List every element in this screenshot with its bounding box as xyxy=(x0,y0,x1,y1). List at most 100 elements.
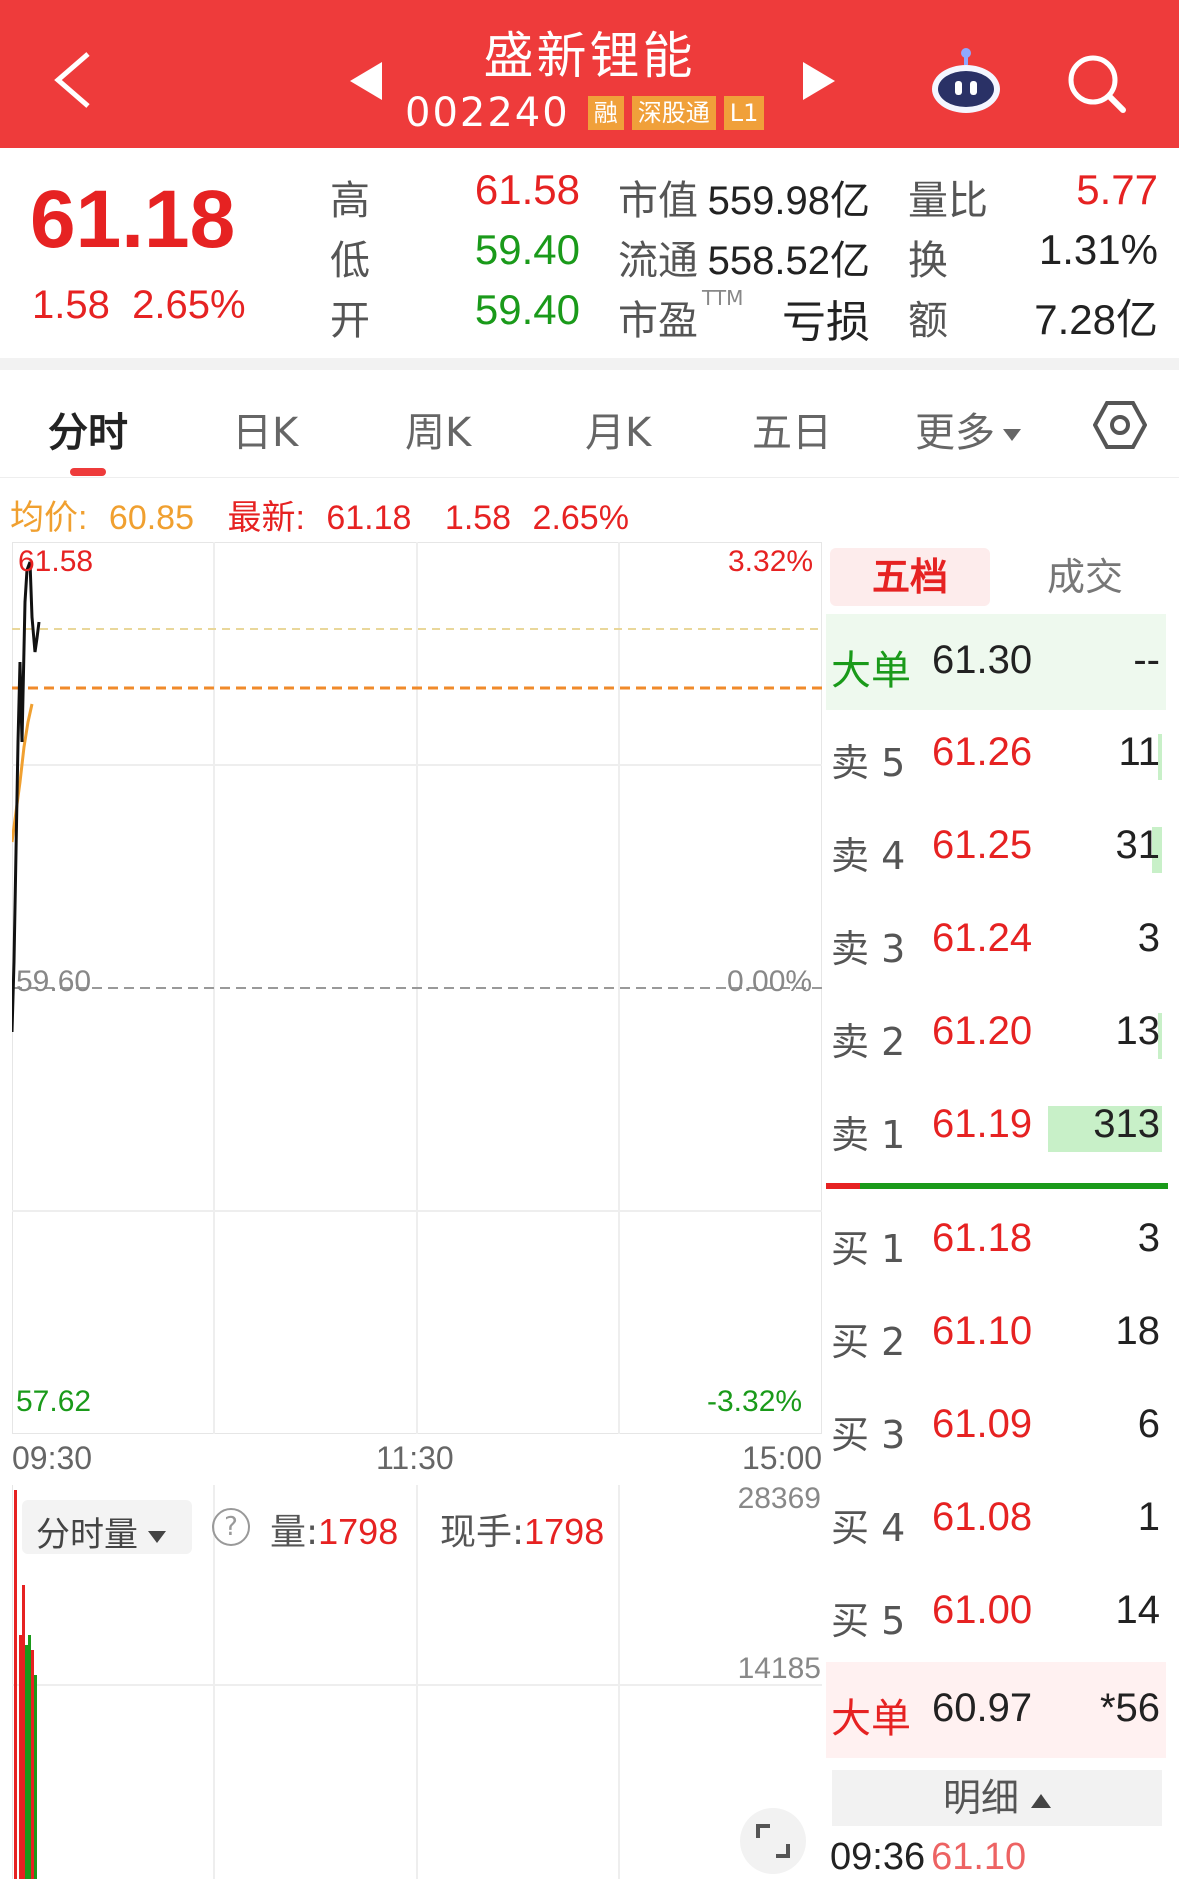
bid-vol: 18 xyxy=(1115,1309,1161,1353)
bid-row-5: 买 5 61.00 14 xyxy=(826,1578,1166,1650)
volume-type-dropdown[interactable]: 分时量 xyxy=(22,1500,192,1555)
time-mid: 11:30 xyxy=(376,1440,454,1476)
ask-price: 61.24 xyxy=(932,916,1033,960)
quote-panel: 61.18 1.58 2.65% 高 低 开 61.58 59.40 59.40… xyxy=(0,148,1179,358)
ask-label: 卖 5 xyxy=(831,741,906,785)
bid-price: 61.18 xyxy=(932,1216,1033,1260)
volume-type-label: 分时量 xyxy=(36,1515,138,1555)
chart-info-line: 均价: 60.85 最新: 61.18 1.58 2.65% xyxy=(10,490,641,539)
ask-vol: 11 xyxy=(1118,730,1160,774)
low-label: 低 xyxy=(330,238,370,284)
bid-ask-ratio-bar xyxy=(826,1183,1168,1189)
big-order-bid-row: 大单 60.97 *56 xyxy=(826,1662,1166,1758)
y-axis-mid: 59.60 xyxy=(16,965,92,998)
pct-axis-bottom: -3.32% xyxy=(707,1385,803,1418)
tab-five-day[interactable]: 五日 xyxy=(752,400,832,458)
bid-row-1: 买 1 61.18 3 xyxy=(826,1206,1166,1278)
detail-toggle-button[interactable]: 明细 xyxy=(832,1770,1162,1826)
high-value: 61.58 xyxy=(474,166,580,213)
amount-label: 额 xyxy=(908,298,948,344)
settings-hexagon-icon[interactable] xyxy=(1093,400,1147,450)
big-order-ask-label: 大单 xyxy=(831,648,911,694)
bid-price: 61.10 xyxy=(932,1309,1033,1353)
open-label: 开 xyxy=(330,298,370,344)
stock-code: 002240 xyxy=(405,90,570,136)
tab-weekly-k[interactable]: 周K xyxy=(405,400,471,458)
latest-price: 最新: 61.18 xyxy=(227,499,423,537)
big-order-ask-vol: -- xyxy=(1133,638,1160,682)
ask-label: 卖 2 xyxy=(831,1020,906,1064)
tab-intraday[interactable]: 分时 xyxy=(48,400,128,458)
big-order-bid-price: 60.97 xyxy=(932,1686,1033,1730)
tab-more[interactable]: 更多 xyxy=(915,400,1021,458)
volume-axis-mid: 14185 xyxy=(737,1652,821,1685)
bid-vol: 14 xyxy=(1115,1588,1161,1632)
avg-price: 均价: 60.85 xyxy=(10,499,206,537)
ask-row-1: 卖 1 61.19 313 xyxy=(826,1092,1166,1164)
search-icon[interactable] xyxy=(1065,52,1127,114)
tab-monthly-k[interactable]: 月K xyxy=(585,400,651,458)
pe-value: 亏损 xyxy=(782,298,870,347)
tab-five-levels[interactable]: 五档 xyxy=(830,548,990,606)
low-value: 59.40 xyxy=(474,226,580,273)
bid-label: 买 4 xyxy=(831,1506,906,1550)
chart-tabs: 分时 日K 周K 月K 五日 更多 xyxy=(0,370,1179,478)
chevron-down-icon xyxy=(1003,429,1021,441)
last-tick-price: 61.10 xyxy=(931,1836,1027,1878)
big-order-ask-row: 大单 61.30 -- xyxy=(826,614,1166,710)
section-divider xyxy=(0,358,1179,370)
bid-ratio-segment xyxy=(826,1183,860,1189)
detail-label: 明细 xyxy=(942,1776,1019,1820)
chevron-up-icon xyxy=(1031,1793,1051,1808)
big-order-bid-vol: *56 xyxy=(1099,1686,1160,1730)
pct-axis-top: 3.32% xyxy=(728,545,814,578)
change-value: 1.58 xyxy=(32,283,110,327)
ask-label: 卖 4 xyxy=(831,834,906,878)
info-change-pct: 2.65% xyxy=(532,499,629,537)
float-value: 558.52亿 xyxy=(707,239,870,283)
volume-total: 量:1798 xyxy=(270,1503,398,1555)
bid-label: 买 1 xyxy=(831,1227,906,1271)
current-price: 61.18 xyxy=(30,174,236,265)
open-value: 59.40 xyxy=(474,286,580,333)
volratio-label: 量比 xyxy=(908,178,988,224)
top-bar: 盛新锂能 002240 融 深股通 L1 xyxy=(0,0,1179,148)
avg-value: 60.85 xyxy=(108,499,194,537)
intraday-chart[interactable] xyxy=(12,542,822,1434)
bid-price: 61.08 xyxy=(932,1495,1033,1539)
bid-price: 61.09 xyxy=(932,1402,1033,1446)
bid-row-2: 买 2 61.10 18 xyxy=(826,1299,1166,1371)
chevron-down-icon xyxy=(148,1530,166,1543)
mktcap-label: 市值 xyxy=(618,178,698,224)
float-label: 流通 xyxy=(618,238,698,284)
bid-row-4: 买 4 61.08 1 xyxy=(826,1485,1166,1557)
ask-row-3: 卖 3 61.24 3 xyxy=(826,906,1166,978)
bid-label: 买 2 xyxy=(831,1320,906,1364)
last-tick-row: 09:36 61.10 xyxy=(830,1836,1026,1879)
ask-label: 卖 1 xyxy=(831,1113,906,1157)
turnover-label: 换 xyxy=(908,238,948,284)
last-tick-time: 09:36 xyxy=(830,1836,926,1878)
bid-vol: 1 xyxy=(1137,1495,1160,1539)
next-stock-icon[interactable] xyxy=(803,62,835,100)
robot-assistant-icon[interactable] xyxy=(928,45,1004,117)
ask-vol: 313 xyxy=(1093,1102,1160,1146)
ask-row-2: 卖 2 61.20 13 xyxy=(826,999,1166,1071)
change-percent: 2.65% xyxy=(132,283,246,327)
expand-icon[interactable] xyxy=(740,1808,806,1874)
volume-axis-top: 28369 xyxy=(737,1482,821,1515)
latest-value: 61.18 xyxy=(326,499,412,537)
big-order-bid-label: 大单 xyxy=(831,1696,911,1742)
amount-value: 7.28亿 xyxy=(1034,296,1158,343)
bid-vol: 6 xyxy=(1137,1402,1160,1446)
help-icon[interactable]: ? xyxy=(212,1508,250,1546)
tab-daily-k[interactable]: 日K xyxy=(232,400,298,458)
ask-vol: 3 xyxy=(1137,916,1160,960)
stock-subline: 002240 融 深股通 L1 xyxy=(405,88,765,138)
tab-trades[interactable]: 成交 xyxy=(1000,548,1170,606)
high-label: 高 xyxy=(330,178,370,224)
y-axis-bottom: 57.62 xyxy=(16,1385,92,1418)
mktcap-value: 559.98亿 xyxy=(707,179,870,223)
volume-total-value: 1798 xyxy=(318,1511,399,1552)
turnover-value: 1.31% xyxy=(1038,226,1158,273)
